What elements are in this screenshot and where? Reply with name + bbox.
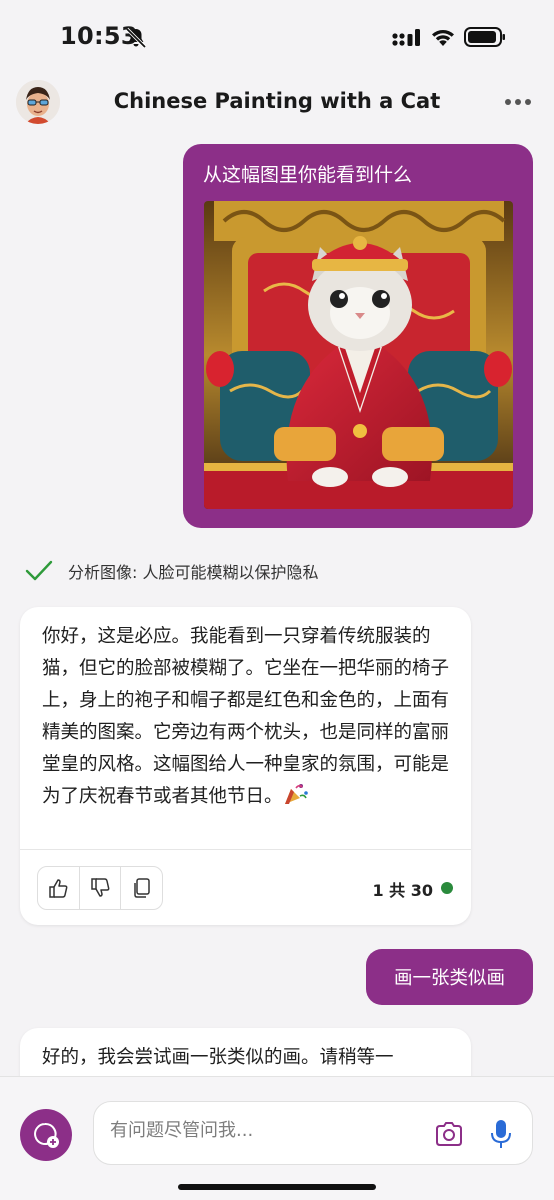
- user-text-message: 画一张类似画: [366, 949, 533, 1005]
- uploaded-cat-image[interactable]: [204, 201, 513, 509]
- microphone-icon[interactable]: [488, 1118, 514, 1150]
- page-title: Chinese Painting with a Cat: [113, 89, 441, 113]
- home-indicator: [178, 1184, 376, 1190]
- new-topic-button[interactable]: [20, 1109, 72, 1161]
- party-popper-icon: [284, 784, 308, 804]
- analysis-text: 分析图像: 人脸可能模糊以保护隐私: [68, 563, 319, 582]
- copy-icon: [133, 878, 150, 898]
- status-bar: 10:53: [0, 0, 554, 70]
- bot-reply-card: 你好，这是必应。我能看到一只穿着传统服装的猫，但它的脸部被模糊了。它坐在一把华丽…: [20, 607, 471, 925]
- user-text: 画一张类似画: [393, 968, 505, 989]
- card-divider: [20, 849, 471, 850]
- check-icon: [25, 560, 53, 581]
- battery-icon: [464, 27, 505, 47]
- chat-input-box: [93, 1101, 533, 1165]
- user-image-message: 从这幅图里你能看到什么: [183, 144, 533, 528]
- copy-button[interactable]: [120, 867, 162, 909]
- wifi-icon: [432, 29, 454, 46]
- chat-input[interactable]: [110, 1120, 410, 1141]
- bot-reply-text-2: 好的，我会尝试画一张类似的画。请稍等一: [42, 1047, 394, 1068]
- signal-icon: [392, 29, 420, 46]
- new-topic-icon: [34, 1123, 59, 1148]
- thumbs-up-button[interactable]: [38, 867, 79, 909]
- bot-reply-body: 你好，这是必应。我能看到一只穿着传统服装的猫，但它的脸部被模糊了。它坐在一把华丽…: [42, 626, 450, 807]
- composer: [0, 1076, 554, 1200]
- more-icon[interactable]: [500, 88, 536, 116]
- bell-slash-icon: [125, 27, 147, 49]
- feedback-group: [37, 866, 163, 910]
- thumbs-up-icon: [49, 879, 68, 898]
- thumbs-down-button[interactable]: [78, 867, 121, 909]
- bot-reply-text: 你好，这是必应。我能看到一只穿着传统服装的猫，但它的脸部被模糊了。它坐在一把华丽…: [42, 621, 452, 813]
- camera-icon[interactable]: [434, 1120, 464, 1148]
- header: Chinese Painting with a Cat: [0, 72, 554, 132]
- user-image-prompt: 从这幅图里你能看到什么: [203, 164, 413, 186]
- status-dot: [441, 882, 453, 894]
- turn-counter: 1 共 30: [372, 881, 433, 900]
- thumbs-down-icon: [91, 878, 110, 897]
- analysis-note: 分析图像: 人脸可能模糊以保护隐私: [24, 556, 318, 586]
